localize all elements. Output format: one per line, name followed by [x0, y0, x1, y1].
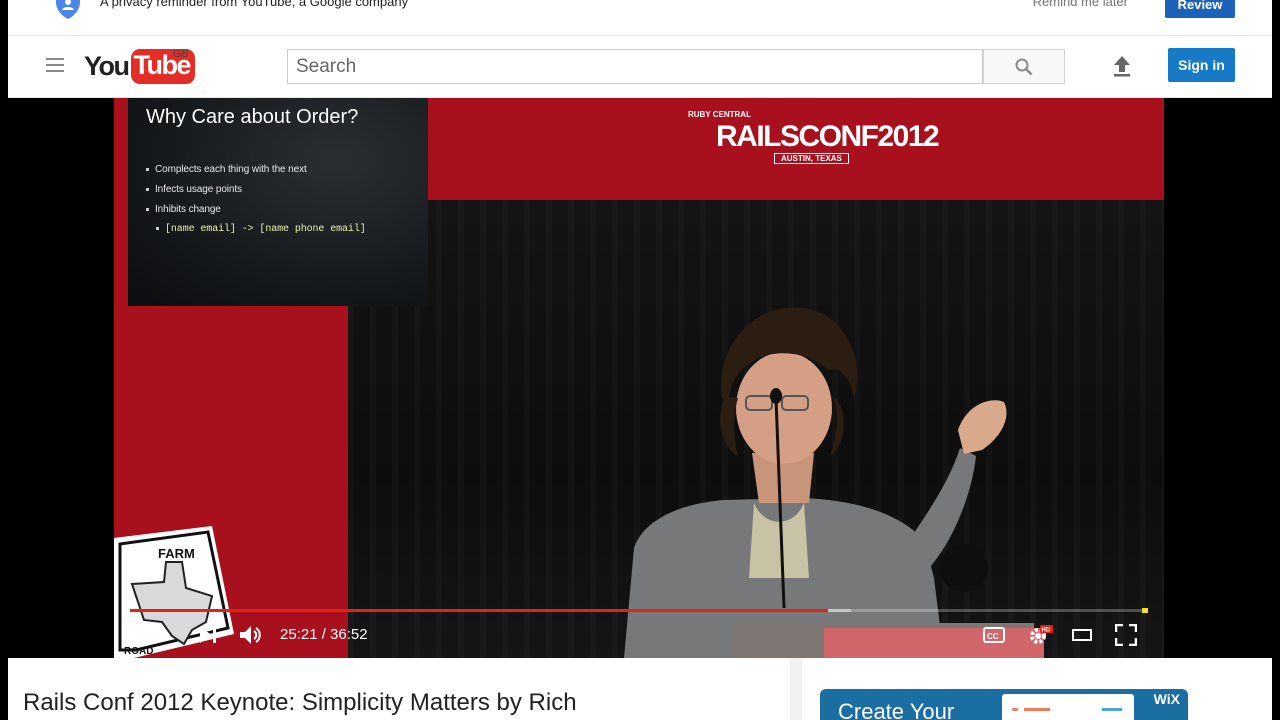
below-player-area: Rails Conf 2012 Keynote: Simplicity Matt…: [8, 658, 1272, 720]
video-player[interactable]: Why Care about Order? Complects each thi…: [0, 98, 1280, 658]
time-display: 25:21 / 36:52: [280, 626, 368, 643]
slide-bullet-text: Inhibits change: [155, 204, 221, 215]
logo-you-text: You: [84, 50, 130, 81]
masthead: You Tube GB Sign in: [8, 36, 1272, 98]
video-title: Rails Conf 2012 Keynote: Simplicity Matt…: [23, 689, 577, 716]
privacy-banner: A privacy reminder from YouTube, a Googl…: [8, 0, 1272, 36]
ad-mockup-image: [1002, 694, 1134, 720]
region-code: GB: [173, 48, 189, 60]
farm-sign-text: FARM: [158, 546, 195, 561]
next-button[interactable]: [196, 622, 220, 648]
conference-name: RAILSCONF2012: [716, 120, 940, 153]
settings-button[interactable]: HD: [1026, 622, 1054, 648]
conference-location: AUSTIN, TEXAS: [774, 153, 849, 164]
search-icon: [1015, 58, 1033, 75]
search-button[interactable]: [983, 49, 1065, 84]
ad-headline: Create Your: [838, 699, 955, 720]
slide-bullet-text: Infects usage points: [155, 184, 242, 195]
ad-card: Create Your WiX: [802, 658, 1272, 720]
speaker-figure: [624, 307, 1044, 658]
railsconf-logo: RUBY CENTRAL RAILSCONF2012 AUSTIN, TEXAS: [684, 98, 954, 170]
theater-mode-icon: [1072, 629, 1092, 641]
hamburger-menu-icon[interactable]: [46, 58, 64, 74]
upload-icon[interactable]: [1112, 54, 1132, 78]
progress-played: [130, 609, 828, 612]
next-icon: [200, 627, 216, 643]
slide-sub-bullet: [name email] -> [name phone email]: [156, 224, 366, 235]
svg-text:CC: CC: [987, 632, 999, 641]
hd-badge: HD: [1042, 628, 1051, 634]
gear-icon: HD: [1030, 625, 1053, 644]
slide-bullet: Complects each thing with the next: [146, 164, 366, 175]
slide-title: Why Care about Order?: [146, 106, 359, 128]
progress-end-marker: [1142, 608, 1148, 613]
captions-icon: CC: [983, 627, 1005, 643]
slide-sub-bullet-text: [name email] -> [name phone email]: [165, 224, 366, 235]
volume-button[interactable]: [238, 622, 264, 648]
conference-presenter: RUBY CENTRAL: [688, 110, 751, 119]
volume-icon: [240, 626, 261, 644]
sign-in-button[interactable]: Sign in: [1168, 48, 1235, 82]
privacy-reminder-text: A privacy reminder from YouTube, a Googl…: [100, 0, 409, 9]
slide-bullet-text: Complects each thing with the next: [155, 164, 307, 175]
presentation-slide: Why Care about Order? Complects each thi…: [128, 98, 428, 306]
slide-bullet: Inhibits change: [146, 204, 366, 215]
shield-icon: [56, 0, 80, 19]
video-info-card: Rails Conf 2012 Keynote: Simplicity Matt…: [8, 658, 790, 720]
fullscreen-button[interactable]: [1114, 622, 1138, 648]
fullscreen-icon: [1115, 624, 1137, 646]
theater-mode-button[interactable]: [1070, 622, 1094, 648]
captions-button[interactable]: CC: [982, 622, 1006, 648]
review-button[interactable]: Review: [1165, 0, 1235, 18]
play-icon: [150, 626, 165, 644]
video-frame[interactable]: Why Care about Order? Complects each thi…: [114, 98, 1164, 658]
progress-bar[interactable]: [130, 608, 1148, 613]
search-input[interactable]: [287, 49, 983, 84]
wix-ad-banner[interactable]: Create Your WiX: [820, 689, 1188, 720]
wix-logo: WiX: [1153, 691, 1180, 707]
play-button[interactable]: [146, 622, 168, 648]
remind-me-later-link[interactable]: Remind me later: [1033, 0, 1128, 9]
slide-bullet: Infects usage points: [146, 184, 366, 195]
slide-bullet-list: Complects each thing with the next Infec…: [146, 164, 366, 244]
